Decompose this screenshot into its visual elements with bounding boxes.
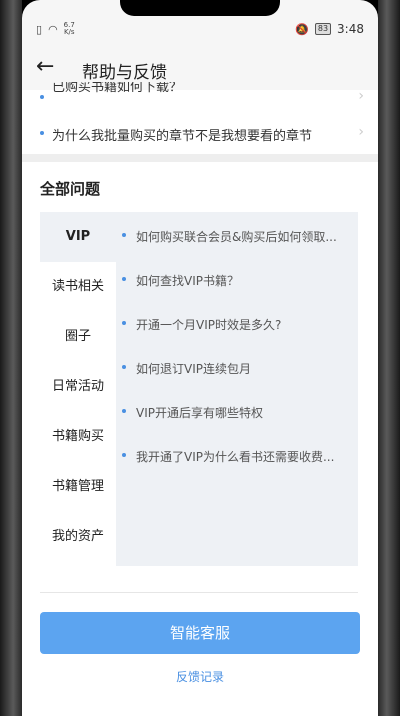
question-item[interactable]: 我开通了VIP为什么看书还需要收费... bbox=[116, 436, 358, 476]
faq-top-list: 已购买书籍如何下载？ › 为什么我批量购买的章节不是我想要看的章节 › bbox=[22, 82, 378, 154]
category-circle[interactable]: 圈子 bbox=[40, 312, 116, 362]
faq-item-text: 为什么我批量购买的章节不是我想要看的章节 bbox=[52, 129, 313, 144]
page-title: 帮助与反馈 bbox=[82, 63, 167, 83]
bullet-icon bbox=[40, 95, 44, 99]
question-text: 我开通了VIP为什么看书还需要收费... bbox=[136, 450, 335, 464]
category-list: VIP 读书相关 圈子 日常活动 书籍购买 书籍管理 我的资产 bbox=[40, 212, 116, 566]
category-vip[interactable]: VIP bbox=[40, 212, 116, 262]
bullet-icon bbox=[40, 131, 44, 135]
phone-screen: ▯ ◠ 6.7 K/s 🔕 83 3:48 ← 帮助与反馈 已购买书籍如何下载？… bbox=[22, 0, 378, 716]
wifi-icon: ◠ bbox=[48, 22, 58, 36]
category-book-management[interactable]: 书籍管理 bbox=[40, 462, 116, 512]
bullet-icon bbox=[122, 365, 126, 369]
question-item[interactable]: 如何购买联合会员&购买后如何领取... bbox=[116, 216, 358, 256]
faq-item[interactable]: 为什么我批量购买的章节不是我想要看的章节 › bbox=[22, 118, 378, 150]
feedback-history-link[interactable]: 反馈记录 bbox=[22, 668, 378, 685]
bullet-icon bbox=[122, 409, 126, 413]
bullet-icon bbox=[122, 321, 126, 325]
network-speed: 6.7 K/s bbox=[64, 22, 75, 36]
faq-item[interactable]: 已购买书籍如何下载？ › bbox=[22, 82, 378, 100]
section-divider bbox=[22, 154, 378, 162]
speed-unit: K/s bbox=[63, 28, 75, 36]
section-title: 全部问题 bbox=[40, 180, 101, 198]
question-text: 如何购买联合会员&购买后如何领取... bbox=[136, 230, 337, 244]
question-text: 如何查找VIP书籍？ bbox=[136, 274, 239, 288]
question-item[interactable]: 如何退订VIP连续包月 bbox=[116, 348, 358, 388]
category-book-purchase[interactable]: 书籍购买 bbox=[40, 412, 116, 462]
question-item[interactable]: 开通一个月VIP时效是多久? bbox=[116, 304, 358, 344]
phone-bezel-left bbox=[0, 0, 22, 716]
battery-icon: 83 bbox=[314, 23, 332, 35]
question-item[interactable]: 如何查找VIP书籍？ bbox=[116, 260, 358, 300]
camera-notch bbox=[120, 0, 280, 16]
bullet-icon bbox=[122, 277, 126, 281]
mute-icon: 🔕 bbox=[295, 22, 309, 36]
category-reading[interactable]: 读书相关 bbox=[40, 262, 116, 312]
question-item[interactable]: VIP开通后享有哪些特权 bbox=[116, 392, 358, 432]
question-list: 如何购买联合会员&购买后如何领取... 如何查找VIP书籍？ 开通一个月VIP时… bbox=[116, 212, 358, 566]
faq-item-text: 已购买书籍如何下载？ bbox=[52, 82, 183, 95]
bullet-icon bbox=[122, 233, 126, 237]
divider bbox=[40, 592, 358, 593]
chevron-right-icon: › bbox=[358, 124, 364, 140]
status-bar: ▯ ◠ 6.7 K/s 🔕 83 3:48 bbox=[22, 18, 378, 44]
question-text: VIP开通后享有哪些特权 bbox=[136, 406, 263, 420]
chevron-right-icon: › bbox=[358, 88, 364, 100]
question-panel: VIP 读书相关 圈子 日常活动 书籍购买 书籍管理 我的资产 如何购买联合会员… bbox=[40, 212, 358, 566]
back-arrow-icon[interactable]: ← bbox=[36, 54, 54, 79]
question-text: 如何退订VIP连续包月 bbox=[136, 362, 251, 376]
all-questions-section: 全部问题 VIP 读书相关 圈子 日常活动 书籍购买 书籍管理 我的资产 如何购… bbox=[22, 162, 378, 716]
clock: 3:48 bbox=[337, 22, 364, 36]
question-text: 开通一个月VIP时效是多久? bbox=[136, 318, 282, 332]
category-my-assets[interactable]: 我的资产 bbox=[40, 512, 116, 562]
bullet-icon bbox=[122, 453, 126, 457]
sim-icon: ▯ bbox=[36, 22, 43, 36]
phone-bezel-right bbox=[378, 0, 400, 716]
smart-service-button[interactable]: 智能客服 bbox=[40, 612, 360, 654]
category-daily-activity[interactable]: 日常活动 bbox=[40, 362, 116, 412]
